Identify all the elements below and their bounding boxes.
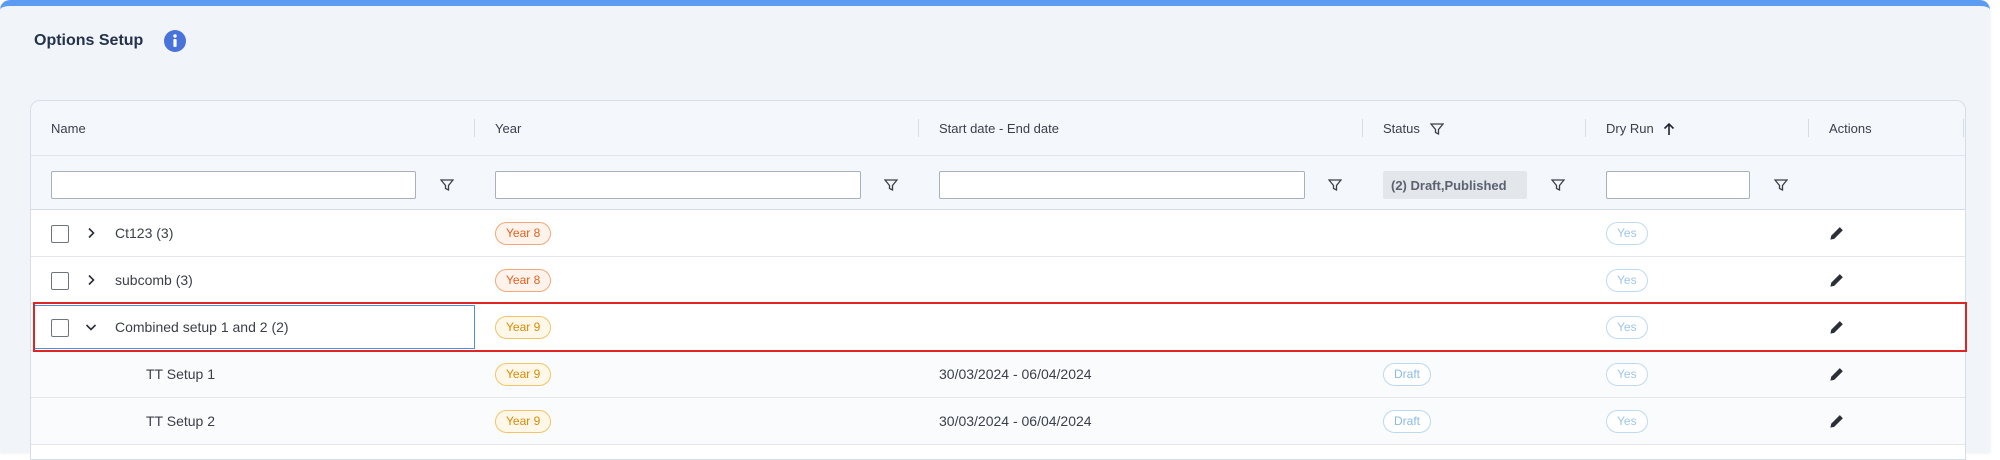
row-checkbox[interactable] bbox=[51, 319, 69, 337]
table-row-selected[interactable]: Combined setup 1 and 2 (2) Year 9 Yes bbox=[31, 304, 1965, 351]
column-resize-handle[interactable] bbox=[1585, 119, 1586, 137]
date-range: 30/03/2024 - 06/04/2024 bbox=[939, 413, 1092, 429]
year-badge: Year 9 bbox=[495, 315, 552, 339]
dryrun-cell: Yes bbox=[1606, 398, 1648, 444]
table-row-child[interactable]: TT Setup 1 Year 9 30/03/2024 - 06/04/202… bbox=[31, 351, 1965, 398]
year-filter-icon[interactable] bbox=[884, 178, 898, 192]
status-cell: Draft bbox=[1383, 398, 1432, 444]
row-name: TT Setup 1 bbox=[146, 366, 216, 382]
dryrun-cell: Yes bbox=[1606, 304, 1648, 350]
status-badge: Draft bbox=[1383, 362, 1432, 386]
panel-header: Options Setup bbox=[0, 6, 1990, 76]
status-badge: Draft bbox=[1383, 409, 1432, 433]
column-header-dryrun[interactable]: Dry Run bbox=[1606, 101, 1676, 156]
dryrun-cell: Yes bbox=[1606, 257, 1648, 303]
table-row[interactable]: Ct123 (3) Year 8 Yes bbox=[31, 210, 1965, 257]
dates-filter-input[interactable] bbox=[939, 171, 1305, 199]
row-name: Combined setup 1 and 2 (2) bbox=[115, 319, 289, 335]
column-header-dates[interactable]: Start date - End date bbox=[939, 101, 1059, 156]
status-filter-icon[interactable] bbox=[1551, 178, 1565, 192]
edit-pencil-icon[interactable] bbox=[1829, 319, 1845, 335]
status-cell: Draft bbox=[1383, 351, 1432, 397]
edit-pencil-icon[interactable] bbox=[1829, 225, 1845, 241]
chevron-right-icon[interactable] bbox=[83, 225, 99, 241]
dryrun-badge: Yes bbox=[1606, 221, 1648, 245]
year-badge: Year 9 bbox=[495, 362, 552, 386]
year-cell: Year 9 bbox=[495, 351, 552, 397]
column-header-year[interactable]: Year bbox=[495, 101, 521, 156]
chevron-down-icon[interactable] bbox=[83, 319, 99, 335]
year-cell: Year 9 bbox=[495, 304, 552, 350]
table-row[interactable]: subcomb (3) Year 8 Yes bbox=[31, 257, 1965, 304]
status-filter-active-icon[interactable] bbox=[1429, 122, 1444, 136]
dryrun-badge: Yes bbox=[1606, 409, 1648, 433]
dryrun-filter-icon[interactable] bbox=[1774, 178, 1788, 192]
dates-filter-icon[interactable] bbox=[1328, 178, 1342, 192]
column-resize-handle[interactable] bbox=[1362, 119, 1363, 137]
dryrun-badge: Yes bbox=[1606, 362, 1648, 386]
edit-pencil-icon[interactable] bbox=[1829, 272, 1845, 288]
date-range: 30/03/2024 - 06/04/2024 bbox=[939, 366, 1092, 382]
page-title: Options Setup bbox=[34, 32, 144, 49]
year-filter-input[interactable] bbox=[495, 171, 861, 199]
dryrun-cell: Yes bbox=[1606, 210, 1648, 256]
column-resize-handle[interactable] bbox=[474, 119, 475, 137]
options-setup-panel: Options Setup Name Year Start date - End… bbox=[0, 0, 1990, 460]
column-resize-handle[interactable] bbox=[1963, 119, 1964, 137]
column-resize-handle[interactable] bbox=[918, 119, 919, 137]
row-name: subcomb (3) bbox=[115, 272, 193, 288]
dryrun-filter-input[interactable] bbox=[1606, 171, 1750, 199]
dryrun-cell: Yes bbox=[1606, 351, 1648, 397]
column-resize-handle[interactable] bbox=[1808, 119, 1809, 137]
row-name: Ct123 (3) bbox=[115, 225, 174, 241]
options-grid: Name Year Start date - End date Status D… bbox=[30, 100, 1966, 460]
column-header-status-label: Status bbox=[1383, 121, 1420, 136]
year-badge: Year 9 bbox=[495, 409, 552, 433]
grid-header-row: Name Year Start date - End date Status D… bbox=[31, 101, 1965, 156]
column-header-status[interactable]: Status bbox=[1383, 101, 1444, 156]
row-name: TT Setup 2 bbox=[146, 413, 216, 429]
column-header-name[interactable]: Name bbox=[51, 101, 86, 156]
table-row-child[interactable]: TT Setup 2 Year 9 30/03/2024 - 06/04/202… bbox=[31, 398, 1965, 445]
edit-pencil-icon[interactable] bbox=[1829, 413, 1845, 429]
year-cell: Year 8 bbox=[495, 210, 552, 256]
name-filter-input[interactable] bbox=[51, 171, 416, 199]
year-cell: Year 9 bbox=[495, 398, 552, 444]
dryrun-badge: Yes bbox=[1606, 315, 1648, 339]
info-icon[interactable] bbox=[163, 29, 187, 53]
sort-ascending-icon[interactable] bbox=[1662, 122, 1676, 136]
name-filter-icon[interactable] bbox=[440, 178, 454, 192]
chevron-right-icon[interactable] bbox=[83, 272, 99, 288]
year-badge: Year 8 bbox=[495, 268, 552, 292]
grid-filter-row: (2) Draft,Published bbox=[31, 156, 1965, 210]
edit-pencil-icon[interactable] bbox=[1829, 366, 1845, 382]
year-cell: Year 8 bbox=[495, 257, 552, 303]
status-filter-value[interactable]: (2) Draft,Published bbox=[1383, 171, 1527, 199]
column-header-dryrun-label: Dry Run bbox=[1606, 121, 1654, 136]
row-checkbox[interactable] bbox=[51, 272, 69, 290]
column-header-actions: Actions bbox=[1829, 121, 1872, 136]
year-badge: Year 8 bbox=[495, 221, 552, 245]
row-checkbox[interactable] bbox=[51, 225, 69, 243]
dryrun-badge: Yes bbox=[1606, 268, 1648, 292]
